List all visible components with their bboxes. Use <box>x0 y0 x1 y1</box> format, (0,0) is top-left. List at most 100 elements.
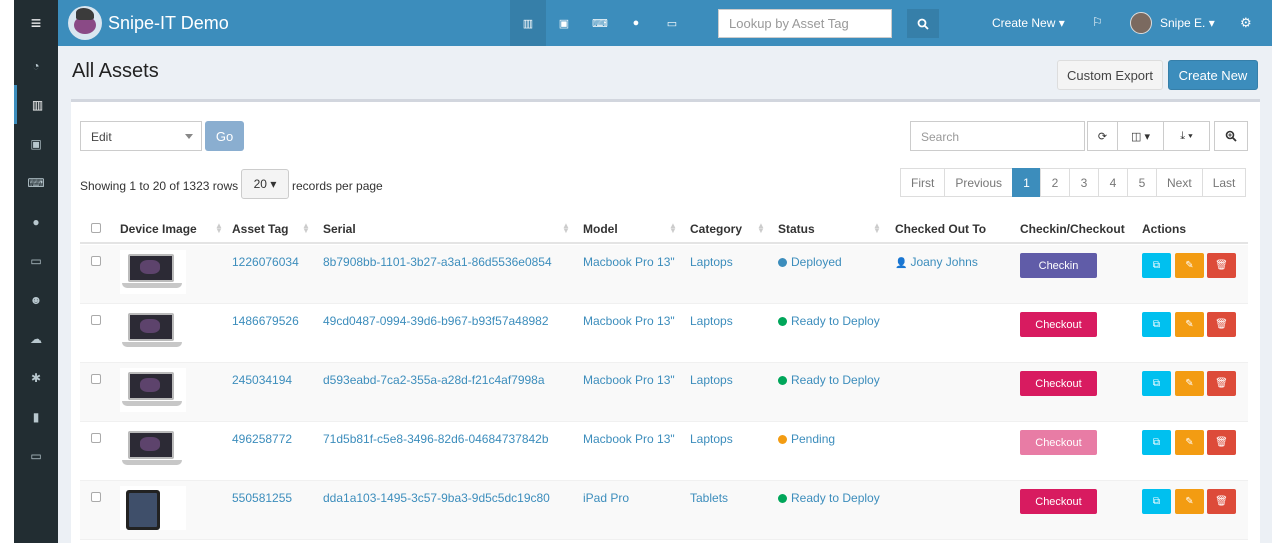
per-page-dropdown[interactable]: 20 ▾ <box>241 169 289 199</box>
cog-icon[interactable]: ✱ <box>14 358 58 397</box>
gears-icon[interactable]: ⚙ <box>1240 15 1252 31</box>
checkout-button[interactable]: Checkout <box>1020 371 1097 396</box>
row-checkbox[interactable] <box>91 315 101 325</box>
user-menu[interactable]: Snipe E. ▾ <box>1160 16 1215 30</box>
page-next[interactable]: Next <box>1156 168 1203 197</box>
category-link[interactable]: Laptops <box>690 373 733 387</box>
page-2[interactable]: 2 <box>1040 168 1071 197</box>
device-image[interactable] <box>120 250 186 294</box>
edit-button[interactable]: ✎ <box>1175 253 1204 278</box>
device-image[interactable] <box>120 309 186 353</box>
dashboard-icon[interactable]: ◔ <box>14 46 58 85</box>
category-link[interactable]: Laptops <box>690 255 733 269</box>
keyboard-icon[interactable]: ⌨ <box>14 163 58 202</box>
brand-link[interactable]: Snipe-IT Demo <box>68 5 229 41</box>
model-link[interactable]: Macbook Pro 13" <box>583 373 675 387</box>
checkin-button[interactable]: Checkin <box>1020 253 1097 278</box>
asset-tag-link[interactable]: 496258772 <box>232 432 292 446</box>
export-button[interactable]: ⤓ ▾ <box>1163 121 1210 151</box>
clone-button[interactable]: ⧉ <box>1142 430 1171 455</box>
serial-link[interactable]: 8b7908bb-1101-3b27-a3a1-86d5536e0854 <box>323 255 552 269</box>
col-asset-tag[interactable]: Asset Tag <box>232 222 288 236</box>
create-new-button[interactable]: Create New <box>1168 60 1258 90</box>
custom-export-button[interactable]: Custom Export <box>1057 60 1163 90</box>
serial-link[interactable]: 49cd0487-0994-39d6-b967-b93f57a48982 <box>323 314 549 328</box>
model-link[interactable]: iPad Pro <box>583 491 629 505</box>
search-input[interactable]: Search <box>910 121 1085 151</box>
status-label[interactable]: Ready to Deploy <box>778 491 880 505</box>
model-link[interactable]: Macbook Pro 13" <box>583 255 675 269</box>
checkout-button[interactable]: Checkout <box>1020 489 1097 514</box>
checked-out-to-link[interactable]: 👤 Joany Johns <box>895 255 978 269</box>
row-checkbox[interactable] <box>91 433 101 443</box>
device-image[interactable] <box>120 486 186 530</box>
chart-icon[interactable]: ▮ <box>14 397 58 436</box>
serial-link[interactable]: d593eabd-7ca2-355a-a28d-f21c4af7998a <box>323 373 545 387</box>
clone-button[interactable]: ⧉ <box>1142 489 1171 514</box>
delete-button[interactable]: 🗑 <box>1207 489 1236 514</box>
barcode-icon[interactable]: ▥ <box>510 0 546 46</box>
device-image[interactable] <box>120 427 186 471</box>
checkout-button[interactable]: Checkout <box>1020 312 1097 337</box>
page-previous[interactable]: Previous <box>944 168 1014 197</box>
edit-button[interactable]: ✎ <box>1175 312 1204 337</box>
category-link[interactable]: Tablets <box>690 491 728 505</box>
col-status[interactable]: Status <box>778 222 815 236</box>
model-link[interactable]: Macbook Pro 13" <box>583 432 675 446</box>
model-link[interactable]: Macbook Pro 13" <box>583 314 675 328</box>
cloud-download-icon[interactable]: ☁ <box>14 319 58 358</box>
hamburger-icon[interactable]: ≡ <box>14 0 58 46</box>
asset-tag-link[interactable]: 245034194 <box>232 373 292 387</box>
page-5[interactable]: 5 <box>1127 168 1158 197</box>
edit-button[interactable]: ✎ <box>1175 489 1204 514</box>
edit-button[interactable]: ✎ <box>1175 371 1204 396</box>
lookup-search-button[interactable] <box>907 9 939 38</box>
clone-button[interactable]: ⧉ <box>1142 253 1171 278</box>
status-label[interactable]: Deployed <box>778 255 842 269</box>
status-label[interactable]: Ready to Deploy <box>778 373 880 387</box>
flag-icon[interactable]: ⚐ <box>1092 15 1103 29</box>
barcode-icon[interactable]: ▥ <box>14 85 58 124</box>
tint-icon[interactable]: ● <box>14 202 58 241</box>
col-category[interactable]: Category <box>690 222 742 236</box>
users-icon[interactable]: ☻ <box>14 280 58 319</box>
status-label[interactable]: Ready to Deploy <box>778 314 880 328</box>
col-serial[interactable]: Serial <box>323 222 356 236</box>
asset-tag-lookup-input[interactable]: Lookup by Asset Tag <box>718 9 892 38</box>
clone-button[interactable]: ⧉ <box>1142 312 1171 337</box>
serial-link[interactable]: 71d5b81f-c5e8-3496-82d6-04684737842b <box>323 432 549 446</box>
page-last[interactable]: Last <box>1201 168 1247 197</box>
bulk-action-select[interactable]: Edit <box>80 121 202 151</box>
advanced-search-button[interactable] <box>1214 121 1248 151</box>
delete-button[interactable]: 🗑 <box>1207 371 1236 396</box>
asset-tag-link[interactable]: 550581255 <box>232 491 292 505</box>
page-first[interactable]: First <box>900 168 946 197</box>
category-link[interactable]: Laptops <box>690 314 733 328</box>
row-checkbox[interactable] <box>91 256 101 266</box>
col-model[interactable]: Model <box>583 222 618 236</box>
delete-button[interactable]: 🗑 <box>1207 312 1236 337</box>
save-icon[interactable]: ▣ <box>14 124 58 163</box>
columns-button[interactable]: ◫ ▾ <box>1117 121 1164 151</box>
col-device-image[interactable]: Device Image <box>120 222 197 236</box>
asset-tag-link[interactable]: 1226076034 <box>232 255 299 269</box>
create-new-dropdown[interactable]: Create New ▾ <box>992 16 1065 30</box>
status-label[interactable]: Pending <box>778 432 835 446</box>
page-4[interactable]: 4 <box>1098 168 1129 197</box>
edit-button[interactable]: ✎ <box>1175 430 1204 455</box>
page-1[interactable]: 1 <box>1012 168 1042 197</box>
delete-button[interactable]: 🗑 <box>1207 253 1236 278</box>
avatar[interactable] <box>1130 12 1152 34</box>
hdd-icon[interactable]: ▭ <box>654 0 690 46</box>
device-image[interactable] <box>120 368 186 412</box>
clone-button[interactable]: ⧉ <box>1142 371 1171 396</box>
row-checkbox[interactable] <box>91 492 101 502</box>
refresh-button[interactable]: ⟳ <box>1087 121 1118 151</box>
category-link[interactable]: Laptops <box>690 432 733 446</box>
asset-tag-link[interactable]: 1486679526 <box>232 314 299 328</box>
go-button[interactable]: Go <box>205 121 244 151</box>
tint-icon[interactable]: ● <box>618 0 654 46</box>
col-checked-out-to[interactable]: Checked Out To <box>895 222 986 236</box>
serial-link[interactable]: dda1a103-1495-3c57-9ba3-9d5c5dc19c80 <box>323 491 550 505</box>
page-3[interactable]: 3 <box>1069 168 1100 197</box>
